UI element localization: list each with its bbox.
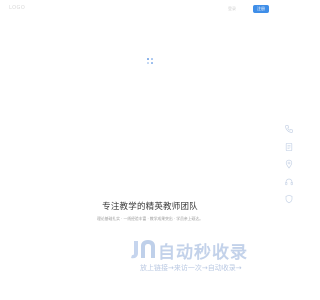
top-header: LOGO 登录 注册 <box>0 0 300 20</box>
hero-title: 专注教学的精英教师团队 <box>102 202 198 212</box>
loading-spinner-icon <box>147 58 153 64</box>
register-button[interactable]: 注册 <box>253 5 269 13</box>
login-link[interactable]: 登录 <box>228 6 236 12</box>
phone-icon[interactable] <box>284 124 294 134</box>
watermark-title: 自动秒收录 <box>158 243 248 263</box>
headset-icon[interactable] <box>284 177 294 187</box>
hero-subtitle: 理论基础扎实 · 一线经验丰富 · 教学成果突出 · 学员亲上硕达。 <box>97 216 203 221</box>
location-icon[interactable] <box>284 159 294 169</box>
floating-contact-toolbar <box>282 122 296 206</box>
watermark-logo-icon <box>128 237 158 261</box>
document-icon[interactable] <box>284 142 294 152</box>
watermark: 自动秒收录 放上链接→来访一次→自动收录→ <box>128 237 288 277</box>
watermark-subtitle: 放上链接→来访一次→自动收录→ <box>140 264 242 272</box>
site-logo[interactable]: LOGO <box>9 5 25 11</box>
